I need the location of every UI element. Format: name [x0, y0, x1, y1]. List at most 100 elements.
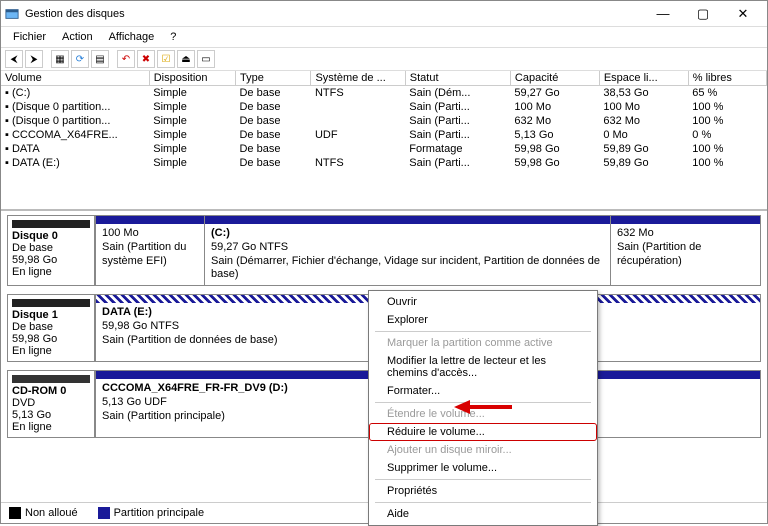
eject-icon[interactable]: ⏏: [177, 50, 195, 68]
volume-table-header: Volume Disposition Type Système de ... S…: [1, 71, 767, 86]
cell: Sain (Dém...: [405, 86, 510, 101]
menubar: Fichier Action Affichage ?: [1, 27, 767, 48]
menu-help[interactable]: ?: [164, 29, 182, 45]
cell: De base: [235, 100, 310, 114]
col-type[interactable]: Type: [235, 71, 310, 86]
cell: 100 %: [688, 142, 766, 156]
disk-size: 5,13 Go: [12, 409, 51, 421]
cell: ▪ (Disque 0 partition...: [1, 114, 149, 128]
ctx-shrink[interactable]: Réduire le volume...: [369, 423, 597, 441]
cell: De base: [235, 156, 310, 170]
col-fs[interactable]: Système de ...: [311, 71, 405, 86]
part-size: 632 Mo: [617, 227, 754, 241]
part-status: Sain (Partition principale): [102, 410, 225, 422]
disk-header-0[interactable]: Disque 0 De base 59,98 Go En ligne: [7, 215, 95, 286]
menu-view[interactable]: Affichage: [103, 29, 161, 45]
partition-stripe: [611, 216, 760, 224]
cell: 100 %: [688, 156, 766, 170]
cell: De base: [235, 142, 310, 156]
cell: 100 %: [688, 114, 766, 128]
cell: ▪ DATA: [1, 142, 149, 156]
ctx-delete[interactable]: Supprimer le volume...: [369, 459, 597, 477]
cell: 59,98 Go: [510, 156, 599, 170]
disk-title: Disque 0: [12, 230, 58, 242]
table-row[interactable]: ▪ CCCOMA_X64FRE...SimpleDe baseUDFSain (…: [1, 128, 767, 142]
partition[interactable]: 632 Mo Sain (Partition de récupération): [611, 215, 761, 286]
legend-primary: Partition principale: [98, 507, 205, 519]
col-pctfree[interactable]: % libres: [688, 71, 766, 86]
cell: ▪ CCCOMA_X64FRE...: [1, 128, 149, 142]
ctx-properties[interactable]: Propriétés: [369, 482, 597, 500]
part-status: Sain (Partition de récupération): [617, 241, 754, 269]
cell: [311, 114, 405, 128]
close-button[interactable]: ✕: [723, 2, 763, 26]
cell: Formatage: [405, 142, 510, 156]
cell: Simple: [149, 156, 235, 170]
cell: 59,98 Go: [510, 142, 599, 156]
list-icon[interactable]: ▤: [91, 50, 109, 68]
disk-title: CD-ROM 0: [12, 385, 66, 397]
col-status[interactable]: Statut: [405, 71, 510, 86]
maximize-button[interactable]: ▢: [683, 2, 723, 26]
partition-stripe: [205, 216, 610, 224]
cell: [311, 100, 405, 114]
volume-table: Volume Disposition Type Système de ... S…: [1, 71, 767, 170]
cell: 632 Mo: [510, 114, 599, 128]
disk-header-cd0[interactable]: CD-ROM 0 DVD 5,13 Go En ligne: [7, 370, 95, 438]
cell: Simple: [149, 86, 235, 101]
menu-file[interactable]: Fichier: [7, 29, 52, 45]
ctx-add-mirror: Ajouter un disque miroir...: [369, 441, 597, 459]
volume-list: Volume Disposition Type Système de ... S…: [1, 71, 767, 211]
grid-icon[interactable]: ▦: [51, 50, 69, 68]
cell: De base: [235, 114, 310, 128]
cell: De base: [235, 128, 310, 142]
window-title: Gestion des disques: [25, 8, 643, 20]
disk-parts-0: 100 Mo Sain (Partition du système EFI) (…: [95, 215, 761, 286]
delete-icon[interactable]: ✖: [137, 50, 155, 68]
col-layout[interactable]: Disposition: [149, 71, 235, 86]
cell: Simple: [149, 100, 235, 114]
col-free[interactable]: Espace li...: [599, 71, 688, 86]
partition-stripe: [96, 216, 204, 224]
disc-icon: [12, 375, 90, 383]
disk-state: En ligne: [12, 266, 52, 278]
refresh-icon[interactable]: ⟳: [71, 50, 89, 68]
part-status: Sain (Démarrer, Fichier d'échange, Vidag…: [211, 255, 600, 281]
cell: 632 Mo: [599, 114, 688, 128]
cell: 100 Mo: [510, 100, 599, 114]
back-icon[interactable]: ⮜: [5, 50, 23, 68]
cell: ▪ (C:): [1, 86, 149, 101]
disk-size: 59,98 Go: [12, 254, 57, 266]
col-volume[interactable]: Volume: [1, 71, 149, 86]
disk-header-1[interactable]: Disque 1 De base 59,98 Go En ligne: [7, 294, 95, 362]
table-row[interactable]: ▪ (Disque 0 partition...SimpleDe baseSai…: [1, 100, 767, 114]
menu-action[interactable]: Action: [56, 29, 99, 45]
ctx-explore[interactable]: Explorer: [369, 311, 597, 329]
disk-row-0: Disque 0 De base 59,98 Go En ligne 100 M…: [7, 215, 761, 286]
undo-icon[interactable]: ↶: [117, 50, 135, 68]
layout-icon[interactable]: ▭: [197, 50, 215, 68]
cell: 59,89 Go: [599, 142, 688, 156]
cell: 5,13 Go: [510, 128, 599, 142]
cell: 65 %: [688, 86, 766, 101]
properties-icon[interactable]: ☑: [157, 50, 175, 68]
disk-icon: [12, 220, 90, 228]
table-row[interactable]: ▪ DATASimpleDe baseFormatage59,98 Go59,8…: [1, 142, 767, 156]
partition[interactable]: 100 Mo Sain (Partition du système EFI): [95, 215, 205, 286]
minimize-button[interactable]: —: [643, 2, 683, 26]
ctx-change-letter[interactable]: Modifier la lettre de lecteur et les che…: [369, 352, 597, 382]
col-capacity[interactable]: Capacité: [510, 71, 599, 86]
forward-icon[interactable]: ⮞: [25, 50, 43, 68]
cell: De base: [235, 86, 310, 101]
cell: 0 %: [688, 128, 766, 142]
table-row[interactable]: ▪ (Disque 0 partition...SimpleDe baseSai…: [1, 114, 767, 128]
ctx-separator: [375, 502, 591, 503]
partition[interactable]: (C:) 59,27 Go NTFS Sain (Démarrer, Fichi…: [205, 215, 611, 286]
toolbar-separator: [111, 50, 115, 68]
table-row[interactable]: ▪ DATA (E:)SimpleDe baseNTFSSain (Parti.…: [1, 156, 767, 170]
ctx-open[interactable]: Ouvrir: [369, 293, 597, 311]
part-title: CCCOMA_X64FRE_FR-FR_DV9 (D:): [102, 382, 288, 394]
ctx-help[interactable]: Aide: [369, 505, 597, 523]
table-row[interactable]: ▪ (C:)SimpleDe baseNTFSSain (Dém...59,27…: [1, 86, 767, 101]
disk-state: En ligne: [12, 345, 52, 357]
